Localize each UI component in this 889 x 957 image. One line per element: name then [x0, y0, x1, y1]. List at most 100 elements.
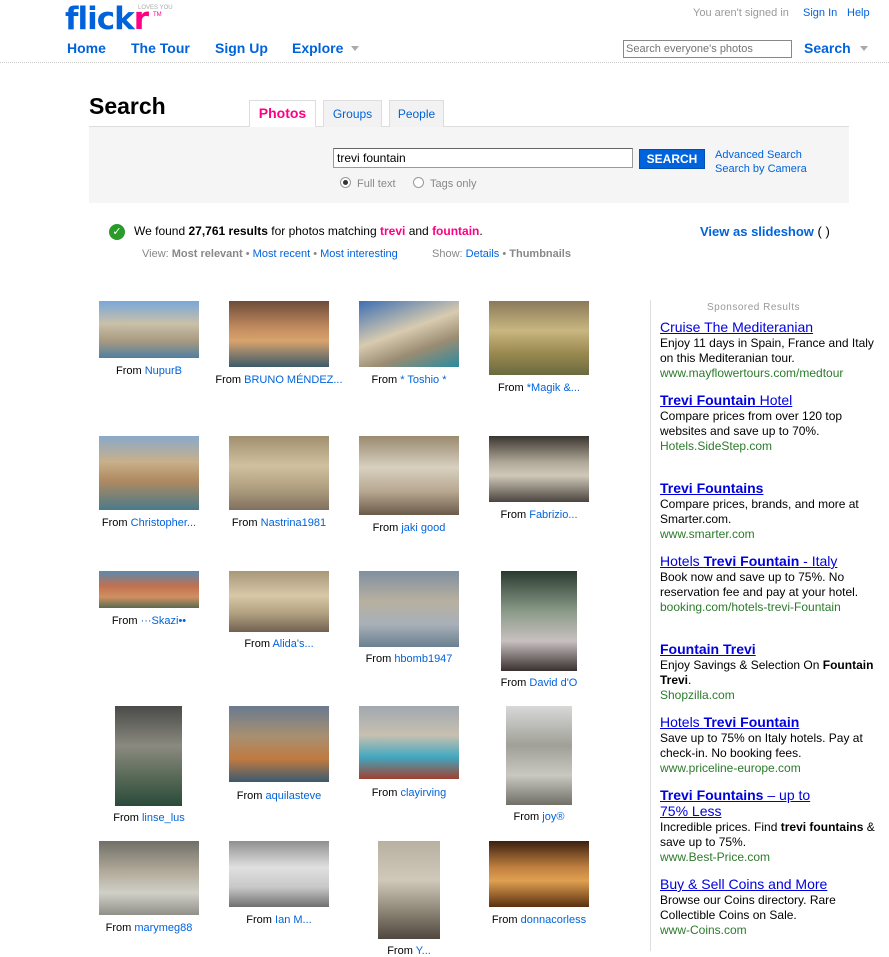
photo-owner-link[interactable]: Nastrina1981	[261, 517, 326, 529]
photo-owner-link[interactable]: marymeg88	[134, 922, 192, 934]
search-term: fountain	[432, 224, 480, 238]
ad-title-link[interactable]: Cruise The Mediteranian	[660, 319, 885, 335]
tab-groups[interactable]: Groups	[323, 100, 382, 127]
photo-owner-link[interactable]: Alida's...	[272, 638, 313, 650]
sponsored-ad: Fountain Trevi Enjoy Savings & Selection…	[660, 641, 885, 703]
ad-title-link[interactable]: Trevi Fountains – up to 75% Less	[660, 787, 830, 819]
header-search-input[interactable]	[623, 40, 792, 58]
photo-caption: From Ian M...	[246, 914, 312, 926]
show-details[interactable]: Details	[466, 248, 500, 260]
search-query-input[interactable]	[333, 148, 633, 168]
results-summary: We found 27,761 results for photos match…	[134, 224, 483, 238]
photo-thumbnail[interactable]	[229, 706, 329, 782]
photo-thumbnail[interactable]	[359, 301, 459, 367]
nav-the-tour[interactable]: The Tour	[131, 40, 190, 56]
photo-owner-link[interactable]: Y...	[416, 945, 431, 957]
ad-url: Shopzilla.com	[660, 688, 735, 702]
full-text-label: Full text	[357, 178, 396, 190]
photo-thumbnail[interactable]	[99, 436, 199, 510]
photo-owner-link[interactable]: jaki good	[401, 522, 445, 534]
explore-dropdown-icon[interactable]	[351, 46, 359, 51]
photo-thumbnail[interactable]	[359, 436, 459, 515]
search-submit-button[interactable]: SEARCH	[639, 149, 705, 169]
sort-most-recent[interactable]: Most recent	[253, 248, 310, 260]
search-dropdown-icon[interactable]	[860, 46, 868, 51]
ad-url: www.smarter.com	[660, 527, 755, 541]
photo-owner-link[interactable]: aquilasteve	[266, 790, 322, 802]
photo-owner-link[interactable]: joy®	[542, 811, 564, 823]
tab-people[interactable]: People	[389, 100, 444, 127]
tab-photos[interactable]: Photos	[249, 100, 316, 128]
ad-title-link[interactable]: Buy & Sell Coins and More	[660, 876, 885, 892]
sign-in-link[interactable]: Sign In	[803, 7, 837, 19]
photo-thumbnail[interactable]	[359, 571, 459, 647]
photo-owner-link[interactable]: * Toshio *	[400, 374, 446, 386]
photo-owner-link[interactable]: *Magik &...	[527, 382, 580, 394]
photo-owner-link[interactable]: ···Skazi••	[141, 615, 187, 627]
photo-caption: From * Toshio *	[371, 374, 447, 386]
nav-home[interactable]: Home	[67, 40, 106, 56]
photo-owner-link[interactable]: BRUNO MÉNDEZ...	[244, 374, 342, 386]
sort-most-interesting[interactable]: Most interesting	[320, 248, 398, 260]
slideshow-window-icon[interactable]: ( )	[818, 224, 830, 239]
photo-thumbnail[interactable]	[489, 841, 589, 907]
help-link[interactable]: Help	[847, 7, 870, 19]
ad-title-link[interactable]: Hotels Trevi Fountain	[660, 714, 885, 730]
photo-owner-link[interactable]: NupurB	[145, 365, 182, 377]
header-search-button[interactable]: Search	[804, 40, 851, 56]
photo-caption: From Nastrina1981	[231, 517, 327, 529]
sponsored-ad: Hotels Trevi Fountain - Italy Book now a…	[660, 553, 885, 615]
results-count: 27,761 results	[188, 224, 268, 238]
ad-url: www.priceline-europe.com	[660, 761, 801, 775]
photo-owner-link[interactable]: donnacorless	[521, 914, 586, 926]
photo-thumbnail[interactable]	[99, 301, 199, 358]
photo-owner-link[interactable]: David d'O	[529, 677, 577, 689]
photo-owner-link[interactable]: hbomb1947	[394, 653, 452, 665]
photo-owner-link[interactable]: Ian M...	[275, 914, 312, 926]
ad-title-link[interactable]: Trevi Fountains	[660, 480, 885, 496]
photo-owner-link[interactable]: clayirving	[400, 787, 446, 799]
show-thumbnails: Thumbnails	[509, 248, 571, 260]
photo-thumbnail[interactable]	[229, 571, 329, 632]
photo-caption: From Fabrizio...	[500, 509, 578, 521]
photo-owner-link[interactable]: Christopher...	[131, 517, 196, 529]
photo-thumbnail[interactable]	[229, 301, 329, 367]
nav-explore[interactable]: Explore	[292, 40, 343, 56]
photo-thumbnail[interactable]	[489, 301, 589, 375]
photo-thumbnail[interactable]	[99, 841, 199, 915]
ad-url: www.mayflowertours.com/medtour	[660, 366, 844, 380]
tags-only-label: Tags only	[430, 178, 477, 190]
flickr-logo[interactable]: flickr	[65, 2, 149, 36]
photo-thumbnail[interactable]	[229, 436, 329, 510]
view-as-slideshow-link[interactable]: View as slideshow	[700, 224, 814, 239]
photo-caption: From *Magik &...	[498, 382, 580, 394]
photo-thumbnail[interactable]	[359, 706, 459, 779]
nav-sign-up[interactable]: Sign Up	[215, 40, 268, 56]
advanced-search-link[interactable]: Advanced Search	[715, 149, 802, 161]
tags-only-radio[interactable]	[413, 177, 424, 188]
photo-caption: From NupurB	[115, 365, 183, 377]
ad-title-link[interactable]: Fountain Trevi	[660, 641, 885, 657]
ad-title-link[interactable]: Hotels Trevi Fountain - Italy	[660, 553, 885, 569]
sort-most-relevant: Most relevant	[171, 248, 243, 260]
photo-thumbnail[interactable]	[229, 841, 329, 907]
header-divider	[0, 62, 889, 63]
ad-url: www.Best-Price.com	[660, 850, 771, 864]
photo-thumbnail[interactable]	[99, 571, 199, 608]
photo-thumbnail[interactable]	[115, 706, 182, 806]
photo-thumbnail[interactable]	[489, 436, 589, 502]
photo-caption: From donnacorless	[491, 914, 587, 926]
sponsored-ad: Trevi Fountain Hotel Compare prices from…	[660, 392, 885, 454]
logo-trademark: TM	[153, 12, 162, 18]
photo-caption: From David d'O	[500, 677, 578, 689]
full-text-radio[interactable]	[340, 177, 351, 188]
photo-caption: From clayirving	[371, 787, 447, 799]
ad-title-link[interactable]: Trevi Fountain Hotel	[660, 392, 885, 408]
photo-thumbnail[interactable]	[501, 571, 577, 671]
photo-caption: From ···Skazi••	[111, 615, 187, 627]
search-by-camera-link[interactable]: Search by Camera	[715, 163, 807, 175]
photo-thumbnail[interactable]	[506, 706, 572, 805]
photo-thumbnail[interactable]	[378, 841, 440, 939]
photo-owner-link[interactable]: Fabrizio...	[529, 509, 577, 521]
photo-owner-link[interactable]: linse_lus	[142, 812, 185, 824]
